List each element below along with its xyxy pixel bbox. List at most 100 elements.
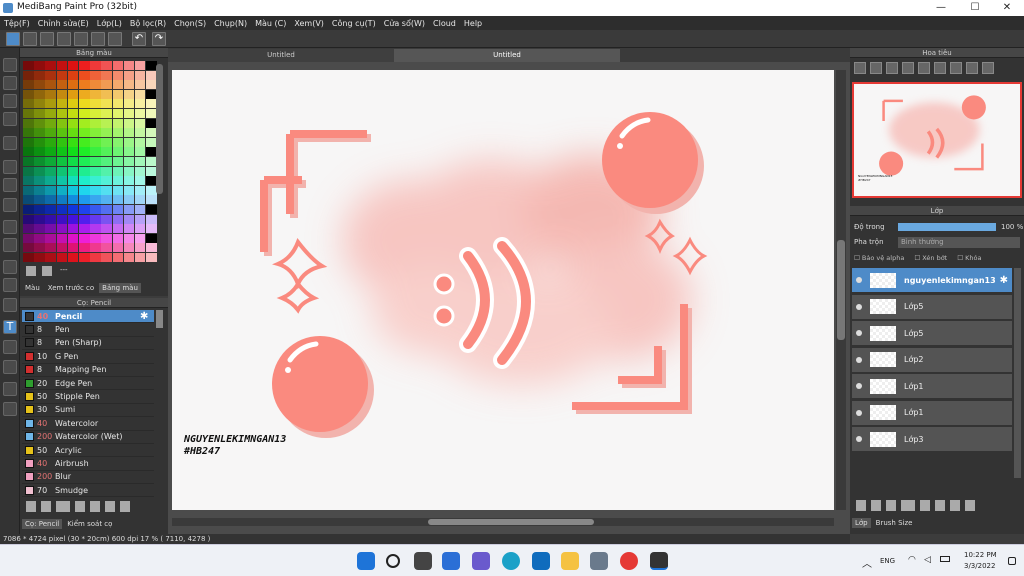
start-icon[interactable]	[357, 552, 375, 570]
tab-brush[interactable]: Cọ: Pencil	[22, 519, 63, 529]
notification-icon[interactable]	[1008, 557, 1016, 565]
color-swatch[interactable]	[45, 108, 56, 118]
layer-row[interactable]: nguyenlekimngan13 ✱	[852, 268, 1012, 293]
color-swatch[interactable]	[90, 108, 101, 118]
fit-icon[interactable]	[886, 62, 898, 74]
new-8bit-layer-icon[interactable]	[886, 500, 896, 511]
color-swatch[interactable]	[67, 185, 79, 195]
color-swatch[interactable]	[101, 89, 112, 99]
layer-folder-icon[interactable]	[920, 500, 930, 511]
color-swatch[interactable]	[34, 137, 45, 147]
color-swatch[interactable]	[78, 252, 90, 262]
bucket-tool-icon[interactable]	[3, 178, 17, 192]
color-swatch[interactable]	[123, 185, 135, 195]
select-tool-icon[interactable]	[3, 220, 17, 234]
blend-mode-select[interactable]: Bình thường	[898, 237, 1020, 248]
color-swatch[interactable]	[34, 176, 45, 186]
color-swatch[interactable]	[78, 204, 90, 214]
eyedropper-tool-icon[interactable]	[3, 382, 17, 396]
color-swatch[interactable]	[134, 243, 146, 253]
color-swatch[interactable]	[90, 89, 101, 99]
color-swatch[interactable]	[112, 224, 124, 234]
menu-color[interactable]: Màu (C)	[255, 19, 286, 28]
color-swatch[interactable]	[56, 147, 68, 157]
color-swatch[interactable]	[101, 243, 112, 253]
color-swatch[interactable]	[112, 128, 124, 138]
zoom-out-icon[interactable]	[902, 62, 914, 74]
merge-layer-icon[interactable]	[950, 500, 960, 511]
color-swatch[interactable]	[23, 118, 34, 128]
share-icon[interactable]	[23, 32, 37, 46]
layer-scrollbar[interactable]	[1014, 268, 1021, 478]
brush-settings-icon[interactable]: ✱	[140, 312, 150, 322]
color-swatch[interactable]	[146, 214, 157, 224]
color-swatch[interactable]	[45, 195, 56, 205]
color-swatch[interactable]	[112, 195, 124, 205]
color-swatch[interactable]	[101, 118, 112, 128]
color-swatch[interactable]	[90, 224, 101, 234]
menu-filter[interactable]: Bộ lọc(R)	[130, 19, 166, 28]
menu-select[interactable]: Chọn(S)	[174, 19, 206, 28]
brush-item[interactable]: 40 Airbrush	[22, 457, 154, 471]
color-swatch[interactable]	[45, 214, 56, 224]
color-swatch[interactable]	[45, 204, 56, 214]
zoom-in-icon[interactable]	[854, 62, 866, 74]
canvas-vertical-scrollbar[interactable]	[836, 70, 846, 510]
pages-icon[interactable]	[91, 32, 105, 46]
menu-cloud[interactable]: Cloud	[433, 19, 456, 28]
brush-item[interactable]: 8 Pen (Sharp)	[22, 337, 154, 351]
edge-icon[interactable]	[502, 552, 520, 570]
color-swatch[interactable]	[101, 99, 112, 109]
file-explorer-icon[interactable]	[561, 552, 579, 570]
language-indicator[interactable]: ENG	[880, 557, 895, 565]
color-swatch[interactable]	[67, 214, 79, 224]
color-swatch[interactable]	[146, 204, 157, 214]
alpha-protect-checkbox[interactable]: ☐ Bảo vệ alpha	[854, 254, 904, 262]
new-brush-icon[interactable]	[41, 501, 51, 512]
color-swatch[interactable]	[34, 243, 45, 253]
delete-swatch-icon[interactable]	[42, 266, 52, 276]
color-swatch[interactable]	[67, 128, 79, 138]
color-swatch[interactable]	[34, 185, 45, 195]
undo-icon[interactable]: ↶	[132, 32, 146, 46]
color-swatch[interactable]	[101, 252, 112, 262]
color-swatch[interactable]	[34, 204, 45, 214]
color-swatch[interactable]	[56, 185, 68, 195]
tab-color[interactable]: Màu	[22, 283, 43, 293]
color-swatch[interactable]	[78, 224, 90, 234]
color-swatch[interactable]	[56, 128, 68, 138]
brush-scrollbar[interactable]	[156, 310, 163, 328]
color-swatch[interactable]	[78, 195, 90, 205]
color-swatch[interactable]	[23, 137, 34, 147]
maximize-button[interactable]: ☐	[958, 0, 992, 16]
color-swatch[interactable]	[112, 204, 124, 214]
layer-menu-icon[interactable]	[901, 500, 915, 511]
delete-layer-icon[interactable]	[965, 500, 975, 511]
import-brush-icon[interactable]	[75, 501, 85, 512]
color-swatch[interactable]	[67, 243, 79, 253]
color-swatch[interactable]	[34, 195, 45, 205]
color-swatch[interactable]	[101, 195, 112, 205]
menu-layer[interactable]: Lớp(L)	[97, 19, 122, 28]
tab-brush-control[interactable]: Kiểm soát cọ	[64, 519, 115, 529]
color-swatch[interactable]	[123, 61, 135, 70]
color-swatch[interactable]	[134, 195, 146, 205]
color-swatch[interactable]	[78, 176, 90, 186]
color-swatch[interactable]	[67, 89, 79, 99]
menu-view[interactable]: Xem(V)	[294, 19, 324, 28]
move-tool-icon[interactable]	[3, 136, 17, 150]
layer-row[interactable]: Lớp1	[852, 400, 1012, 426]
color-swatch[interactable]	[56, 156, 68, 166]
brush-item[interactable]: 8 Mapping Pen	[22, 364, 154, 377]
color-swatch[interactable]	[56, 224, 68, 234]
color-swatch[interactable]	[134, 80, 146, 90]
color-swatch[interactable]	[101, 176, 112, 186]
color-swatch[interactable]	[112, 156, 124, 166]
color-swatch[interactable]	[67, 118, 79, 128]
color-swatch[interactable]	[101, 224, 112, 234]
color-swatch[interactable]	[134, 204, 146, 214]
menu-window[interactable]: Cửa sổ(W)	[384, 19, 425, 28]
color-swatch[interactable]	[56, 137, 68, 147]
color-swatch[interactable]	[134, 147, 146, 157]
menu-edit[interactable]: Chỉnh sửa(E)	[38, 19, 89, 28]
